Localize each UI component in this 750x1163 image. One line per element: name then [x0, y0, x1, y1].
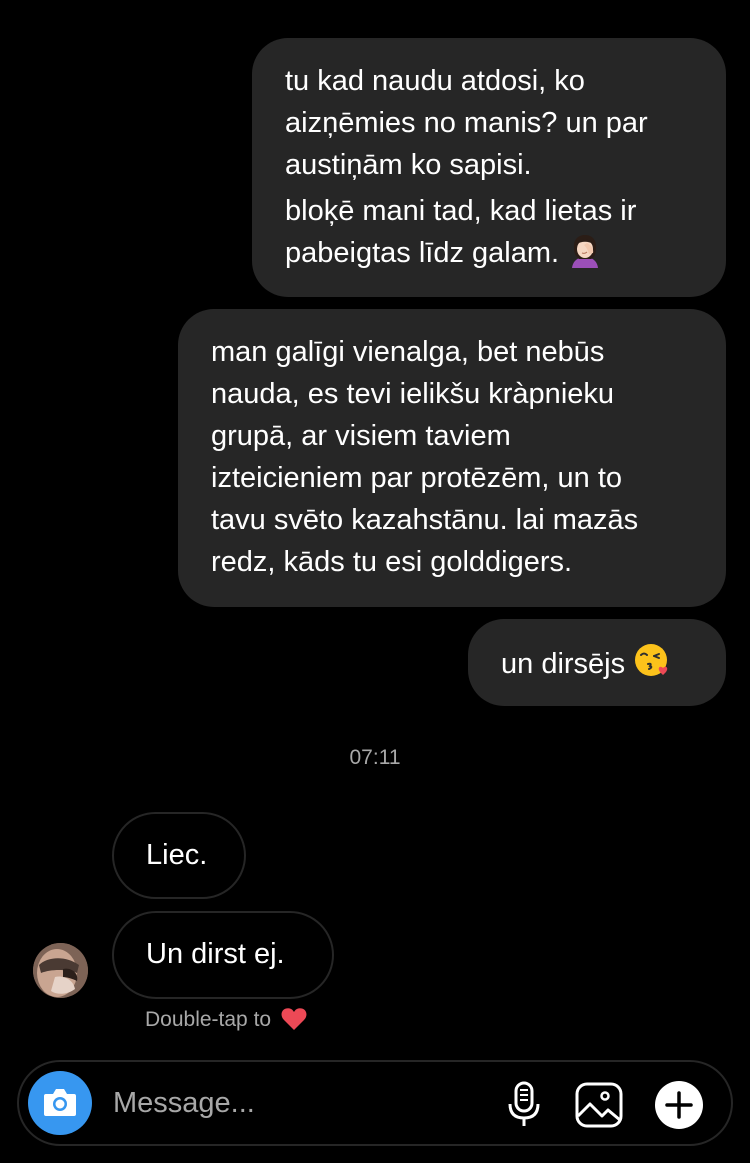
- message-line: nauda, es tevi ielikšu kràpnieku: [211, 378, 615, 410]
- microphone-icon: [499, 1081, 549, 1134]
- kissing-heart-face-icon: [633, 641, 671, 691]
- message-line: redz, kāds tu esi golddigers.: [211, 546, 573, 578]
- message-line: bloķē mani tad, kad lietas ir: [285, 195, 637, 227]
- message-line: aizņēmies no manis? un par: [285, 107, 648, 139]
- outgoing-message[interactable]: man galīgi vienalga, bet nebūs nauda, es…: [178, 309, 726, 607]
- message-line: un dirsējs: [501, 641, 706, 691]
- message-text: Un dirst ej.: [146, 938, 285, 970]
- incoming-message[interactable]: Liec.: [112, 812, 246, 899]
- message-input[interactable]: [113, 1076, 483, 1130]
- message-line: tavu svēto kazahstānu. lai mazās: [211, 504, 639, 536]
- message-line: pabeigtas līdz galam.: [285, 232, 706, 280]
- add-button[interactable]: [654, 1080, 704, 1130]
- image-gallery-icon: [574, 1082, 624, 1134]
- reaction-hint: Double-tap to: [145, 1007, 307, 1038]
- face-palm-woman-icon: [567, 232, 603, 280]
- message-line: man galīgi vienalga, bet nebūs: [211, 336, 605, 368]
- camera-icon: [42, 1086, 78, 1123]
- message-line: izteicieniem par protēzēm, un to: [211, 462, 623, 494]
- message-line: grupā, ar visiem taviem: [211, 420, 511, 452]
- message-timestamp: 07:11: [349, 746, 401, 769]
- camera-button[interactable]: [28, 1071, 92, 1135]
- red-heart-icon: [281, 1007, 307, 1038]
- message-line: austiņām ko sapisi.: [285, 149, 532, 181]
- gallery-button[interactable]: [574, 1080, 624, 1130]
- plus-circle-icon: [654, 1081, 704, 1134]
- message-composer: [17, 1060, 733, 1146]
- incoming-message[interactable]: Un dirst ej.: [112, 911, 334, 999]
- avatar[interactable]: [33, 943, 88, 998]
- message-line: tu kad naudu atdosi, ko: [285, 65, 585, 97]
- outgoing-message[interactable]: tu kad naudu atdosi, ko aizņēmies no man…: [252, 38, 726, 297]
- outgoing-message[interactable]: un dirsējs: [468, 619, 726, 706]
- message-text: Liec.: [146, 839, 208, 871]
- voice-message-button[interactable]: [499, 1080, 549, 1130]
